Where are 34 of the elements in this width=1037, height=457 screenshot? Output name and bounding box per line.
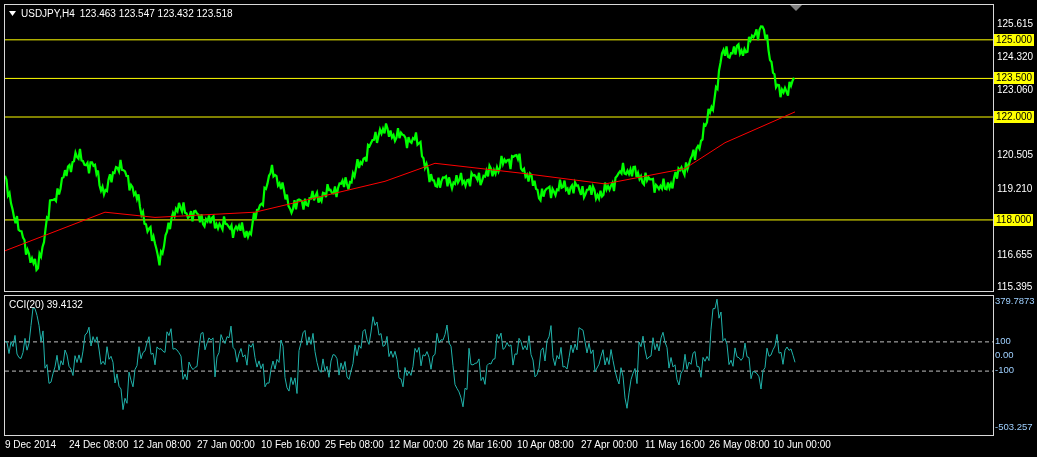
price-axis-label: 119.210 bbox=[997, 182, 1033, 195]
indicator-axis-label: 0.00 bbox=[995, 349, 1014, 362]
price-axis-label: 115.395 bbox=[997, 280, 1033, 293]
time-axis-label: 24 Dec 08:00 bbox=[69, 439, 129, 450]
indicator-title: CCI(20) 39.4132 bbox=[9, 299, 83, 310]
indicator-axis-label: -100 bbox=[995, 364, 1014, 377]
time-axis-label: 10 Feb 16:00 bbox=[261, 439, 320, 450]
price-axis-label: 123.060 bbox=[997, 83, 1034, 96]
price-axis-label: 125.615 bbox=[997, 18, 1034, 30]
time-axis-label: 12 Mar 00:00 bbox=[389, 439, 448, 450]
time-axis-label: 10 Apr 08:00 bbox=[517, 439, 574, 450]
dropdown-triangle-icon[interactable] bbox=[9, 11, 16, 16]
indicator-axis-label: -503.257 bbox=[995, 421, 1033, 433]
time-axis-label: 26 Mar 16:00 bbox=[453, 439, 512, 450]
level-price-tag: 118.000 bbox=[994, 213, 1034, 226]
indicator-axis-label: 379.7873 bbox=[995, 295, 1035, 307]
symbol-label: USDJPY,H4 bbox=[21, 8, 75, 19]
level-price-tag: 123.500 bbox=[994, 72, 1035, 85]
indicator-axis-label: 100 bbox=[995, 334, 1011, 347]
price-axis-label: 120.505 bbox=[997, 149, 1034, 162]
time-axis-label: 26 May 08:00 bbox=[709, 439, 770, 450]
time-axis-label: 25 Feb 08:00 bbox=[325, 439, 384, 450]
time-axis-label: 12 Jan 08:00 bbox=[133, 439, 191, 450]
time-axis-label: 11 May 16:00 bbox=[645, 439, 705, 450]
time-axis-label: 27 Jan 00:00 bbox=[197, 439, 255, 450]
price-axis-label: 116.655 bbox=[997, 248, 1033, 261]
level-price-tag: 125.000 bbox=[994, 33, 1035, 46]
level-price-tag: 122.000 bbox=[994, 111, 1035, 123]
time-axis-label: 27 Apr 00:00 bbox=[581, 439, 638, 450]
quote-values: 123.463 123.547 123.432 123.518 bbox=[79, 8, 233, 19]
time-axis-label: 9 Dec 2014 bbox=[5, 439, 57, 450]
shift-marker-icon bbox=[790, 5, 802, 11]
time-axis-label: 10 Jun 00:00 bbox=[773, 439, 831, 450]
price-axis-label: 124.320 bbox=[997, 51, 1034, 64]
